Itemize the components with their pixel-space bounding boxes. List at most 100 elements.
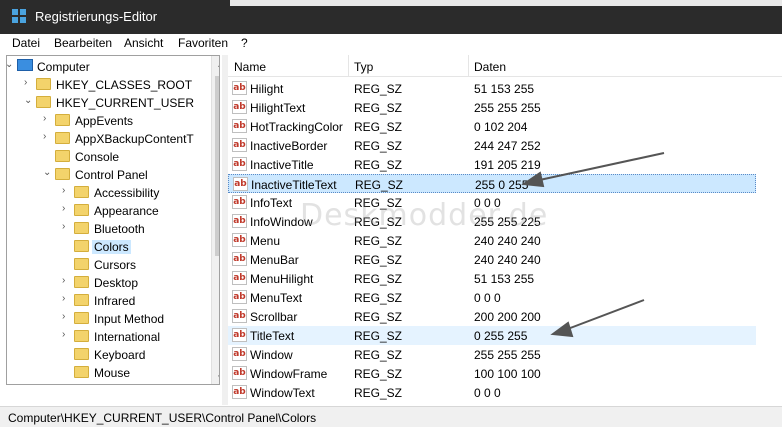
folder-icon xyxy=(74,276,89,288)
menu-ansicht[interactable]: Ansicht xyxy=(124,36,163,50)
chevron-right-icon[interactable]: › xyxy=(62,185,72,196)
value-row[interactable]: ab WindowText REG_SZ 0 0 0 xyxy=(228,383,756,402)
chevron-right-icon[interactable]: › xyxy=(62,275,72,286)
watermark: Deskmodder.de xyxy=(300,198,549,233)
string-value-icon: ab xyxy=(232,195,247,209)
tree-item-label: International xyxy=(94,330,161,344)
value-data: 255 255 255 xyxy=(474,101,541,115)
value-data: 0 0 0 xyxy=(474,291,501,305)
status-bar: Computer\HKEY_CURRENT_USER\Control Panel… xyxy=(0,406,782,427)
value-row[interactable]: ab Scrollbar REG_SZ 200 200 200 xyxy=(228,307,756,326)
string-value-icon: ab xyxy=(232,328,247,342)
value-row[interactable]: ab Window REG_SZ 255 255 255 xyxy=(228,345,756,364)
value-row[interactable]: ab WindowFrame REG_SZ 100 100 100 xyxy=(228,364,756,383)
value-row[interactable]: ab Menu REG_SZ 240 240 240 xyxy=(228,231,756,250)
chevron-down-icon[interactable]: ⌄ xyxy=(24,95,34,106)
chevron-right-icon[interactable]: › xyxy=(24,77,34,88)
chevron-right-icon[interactable]: › xyxy=(43,131,53,142)
folder-icon xyxy=(74,330,89,342)
value-name: MenuBar xyxy=(250,253,299,267)
tree-item-label: Input Method xyxy=(94,312,165,326)
value-row[interactable]: ab HotTrackingColor REG_SZ 0 102 204 xyxy=(228,117,756,136)
value-type: REG_SZ xyxy=(354,291,403,305)
folder-icon xyxy=(74,294,89,306)
key-tree[interactable]: ⌄Computer›HKEY_CLASSES_ROOT⌄HKEY_CURRENT… xyxy=(6,55,220,385)
chevron-right-icon[interactable]: › xyxy=(62,293,72,304)
tree-item-label: HKEY_CLASSES_ROOT xyxy=(56,78,193,92)
string-value-icon: ab xyxy=(232,385,247,399)
chevron-right-icon[interactable]: › xyxy=(62,221,72,232)
chevron-right-icon[interactable]: › xyxy=(62,329,72,340)
value-row[interactable]: ab HilightText REG_SZ 255 255 255 xyxy=(228,98,756,117)
tree-item-label: Appearance xyxy=(94,204,159,218)
tree-scrollbar-thumb[interactable] xyxy=(215,76,219,256)
value-row[interactable]: ab MenuText REG_SZ 0 0 0 xyxy=(228,288,756,307)
column-header-name[interactable]: Name xyxy=(234,60,266,74)
folder-icon xyxy=(74,186,89,198)
folder-icon xyxy=(74,312,89,324)
value-data: 240 240 240 xyxy=(474,253,541,267)
value-data: 255 0 255 xyxy=(475,178,529,192)
tree-scrollbar[interactable]: ▲ ▼ xyxy=(211,56,219,384)
value-data: 255 255 255 xyxy=(474,348,541,362)
menu-bearbeiten[interactable]: Bearbeiten xyxy=(54,36,112,50)
string-value-icon: ab xyxy=(232,157,247,171)
value-row[interactable]: ab InactiveTitle REG_SZ 191 205 219 xyxy=(228,155,756,174)
value-row[interactable]: ab InactiveBorder REG_SZ 244 247 252 xyxy=(228,136,756,155)
value-name: HilightText xyxy=(250,101,306,115)
scroll-down-icon[interactable]: ▼ xyxy=(212,369,219,384)
value-name: TitleText xyxy=(250,329,295,343)
scroll-up-icon[interactable]: ▲ xyxy=(212,56,219,73)
tree-item-label: Colors xyxy=(92,240,131,254)
tree-item-label: Desktop xyxy=(94,276,139,290)
column-header-type[interactable]: Typ xyxy=(354,60,373,74)
value-type: REG_SZ xyxy=(354,348,403,362)
value-row[interactable]: ab MenuBar REG_SZ 240 240 240 xyxy=(228,250,756,269)
string-value-icon: ab xyxy=(232,81,247,95)
registry-editor-icon xyxy=(12,9,26,23)
menu-datei[interactable]: Datei xyxy=(12,36,40,50)
title-bar[interactable]: Registrierungs-Editor xyxy=(0,0,782,34)
value-row[interactable]: ab TitleText REG_SZ 0 255 255 xyxy=(228,326,756,345)
chevron-right-icon[interactable]: › xyxy=(62,203,72,214)
value-name: InactiveTitleText xyxy=(251,178,337,192)
string-value-icon: ab xyxy=(232,309,247,323)
value-name: HotTrackingColor xyxy=(250,120,343,134)
tree-item-label: Computer xyxy=(37,60,90,74)
tree-item-label: Console xyxy=(75,150,120,164)
value-type: REG_SZ xyxy=(355,178,404,192)
menu-favoriten[interactable]: Favoriten xyxy=(178,36,228,50)
chevron-down-icon[interactable]: ⌄ xyxy=(43,167,53,178)
tree-item-label: Bluetooth xyxy=(94,222,145,236)
chevron-right-icon[interactable]: › xyxy=(62,311,72,322)
status-path: Computer\HKEY_CURRENT_USER\Control Panel… xyxy=(8,411,317,425)
value-row[interactable]: ab Hilight REG_SZ 51 153 255 xyxy=(228,79,756,98)
value-row[interactable]: ab MenuHilight REG_SZ 51 153 255 xyxy=(228,269,756,288)
folder-icon xyxy=(55,114,70,126)
value-type: REG_SZ xyxy=(354,139,403,153)
folder-icon xyxy=(74,366,89,378)
menu-help[interactable]: ? xyxy=(241,36,248,50)
chevron-down-icon[interactable]: ⌄ xyxy=(7,59,15,70)
value-name: MenuText xyxy=(250,291,303,305)
value-row[interactable]: ab InactiveTitleText REG_SZ 255 0 255 xyxy=(228,174,756,193)
value-name: InfoText xyxy=(250,196,293,210)
value-type: REG_SZ xyxy=(354,234,403,248)
value-data: 191 205 219 xyxy=(474,158,541,172)
chevron-right-icon[interactable]: › xyxy=(43,113,53,124)
list-header: Name Typ Daten xyxy=(228,55,782,77)
tree-item-label: AppEvents xyxy=(75,114,134,128)
value-name: Hilight xyxy=(250,82,284,96)
value-data: 0 102 204 xyxy=(474,120,528,134)
value-name: InactiveBorder xyxy=(250,139,328,153)
value-data: 51 153 255 xyxy=(474,272,535,286)
value-type: REG_SZ xyxy=(354,310,403,324)
value-type: REG_SZ xyxy=(354,253,403,267)
string-value-icon: ab xyxy=(232,252,247,266)
value-type: REG_SZ xyxy=(354,82,403,96)
column-header-data[interactable]: Daten xyxy=(474,60,506,74)
value-data: 244 247 252 xyxy=(474,139,541,153)
value-name: Window xyxy=(250,348,293,362)
value-type: REG_SZ xyxy=(354,101,403,115)
folder-icon xyxy=(74,222,89,234)
